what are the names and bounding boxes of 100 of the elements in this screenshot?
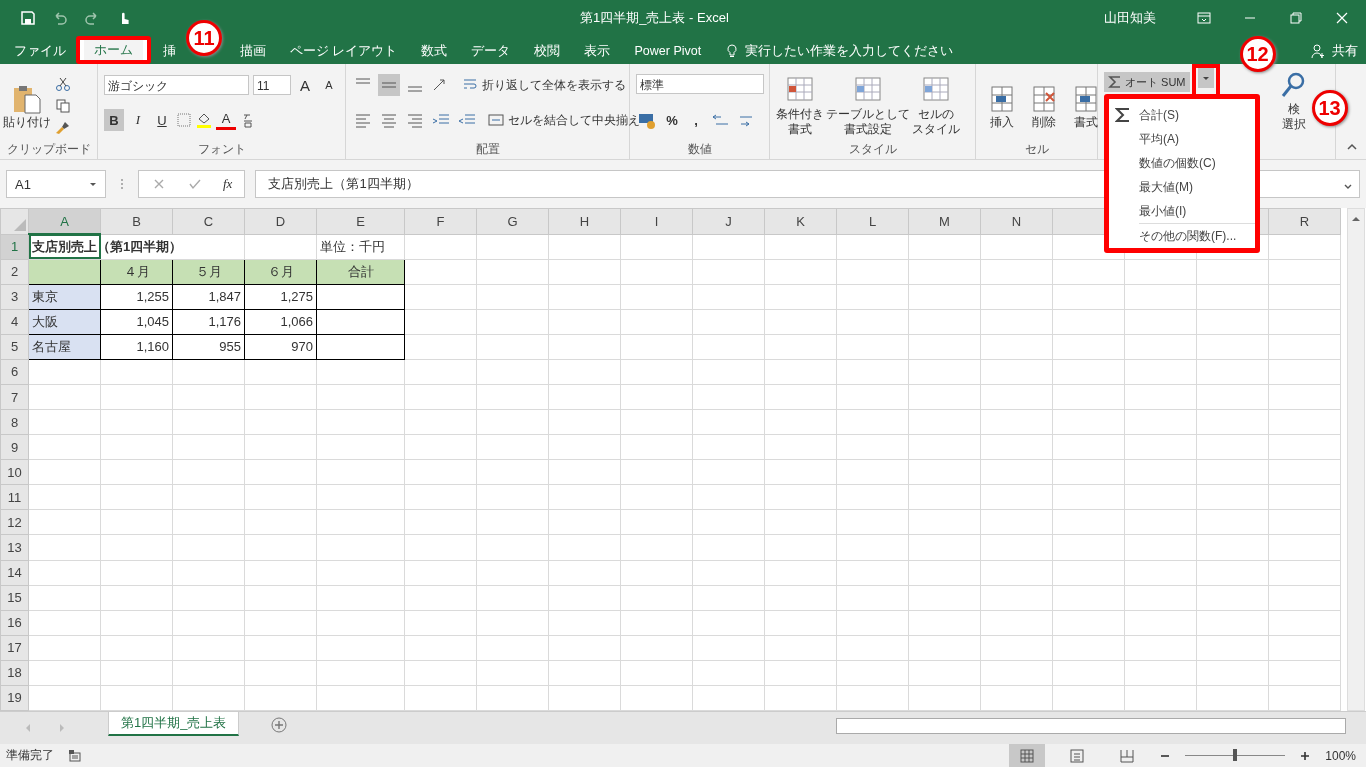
row-header[interactable]: 17 [0, 635, 29, 661]
insert-function-button[interactable]: fx [223, 176, 233, 192]
column-header[interactable]: C [172, 208, 245, 234]
font-name-field[interactable]: 游ゴシック [104, 75, 249, 95]
wrap-text-button[interactable]: 折り返して全体を表示する [462, 76, 626, 94]
font-size-field[interactable]: 11 [253, 75, 291, 95]
row-header[interactable]: 9 [0, 434, 29, 460]
ribbon-tab[interactable]: データ [461, 38, 521, 64]
ribbon-tab[interactable]: 校閲 [524, 38, 571, 64]
row-header[interactable]: 4 [0, 309, 29, 335]
view-button[interactable] [1009, 744, 1046, 767]
ribbon-tab[interactable]: 数式 [411, 38, 458, 64]
fill-color-icon[interactable] [196, 112, 212, 128]
autosum-button[interactable]: オート SUM [1104, 72, 1190, 92]
ribbon-tab[interactable]: Power Pivot [624, 38, 712, 64]
row-header[interactable]: 11 [0, 484, 29, 510]
row-header[interactable]: 1 [0, 234, 29, 260]
column-header[interactable]: N [980, 208, 1053, 234]
column-header[interactable]: F [404, 208, 477, 234]
ribbon-tab[interactable]: 描画 [230, 38, 276, 64]
find-button[interactable]: 検 選択 [1277, 70, 1310, 132]
row-header[interactable]: 16 [0, 610, 29, 636]
cell-text: 単位：千円 [320, 238, 385, 254]
font-style-button[interactable]: I [128, 109, 148, 131]
lightbulb-icon [725, 44, 740, 58]
tell-me-field[interactable]: 実行したい作業を入力してください [745, 42, 954, 60]
row-header[interactable]: 19 [0, 685, 29, 711]
sheet-tab[interactable]: 第1四半期_売上表 [108, 712, 240, 736]
ribbon-tab[interactable]: 挿 [153, 38, 186, 64]
macro-record-icon[interactable] [68, 748, 82, 763]
zoom-slider[interactable] [1233, 749, 1238, 761]
close-icon[interactable] [1334, 10, 1350, 26]
person-add-icon[interactable] [1310, 43, 1326, 59]
row-header[interactable]: 6 [0, 359, 29, 385]
menu-item[interactable]: 平均(A) [1109, 127, 1255, 151]
cells-button[interactable]: 書式 [1070, 81, 1102, 130]
restore-icon[interactable] [1288, 10, 1304, 26]
save-icon[interactable] [20, 10, 36, 26]
cells-button[interactable]: 挿入 [986, 81, 1018, 130]
row-header[interactable]: 7 [0, 384, 29, 410]
style-button[interactable]: テーブルとして 書式設定 [826, 74, 910, 137]
row-header[interactable]: 18 [0, 660, 29, 686]
step-number-badge: 11 [186, 20, 222, 56]
column-header[interactable]: M [908, 208, 981, 234]
column-header[interactable]: B [100, 208, 173, 234]
ribbon-tab[interactable]: ページ レイアウト [280, 38, 408, 64]
row-header[interactable]: 3 [0, 284, 29, 310]
horizontal-scrollbar[interactable] [836, 718, 1346, 734]
redo-icon[interactable] [84, 10, 100, 26]
row-header[interactable]: 8 [0, 409, 29, 435]
row-header[interactable]: 13 [0, 534, 29, 560]
merge-center-button[interactable]: セルを結合して中央揃え [488, 111, 640, 129]
cell-text: 955 [219, 339, 241, 355]
comma-button[interactable]: , [686, 109, 706, 131]
ribbon-display-icon[interactable] [1196, 10, 1212, 26]
column-header[interactable]: R [1268, 208, 1341, 234]
user-name[interactable]: 山田知美 [1104, 9, 1156, 27]
column-header[interactable]: A [28, 208, 101, 234]
row-header[interactable]: 14 [0, 560, 29, 586]
column-header[interactable]: L [836, 208, 909, 234]
ribbon-tab[interactable]: ファイル [4, 38, 76, 64]
style-button[interactable]: 条件付き 書式 [776, 74, 824, 137]
cells-button[interactable]: 削除 [1028, 81, 1060, 130]
shrink-font-button[interactable]: A [319, 74, 339, 96]
row-header[interactable]: 15 [0, 585, 29, 611]
column-header[interactable]: H [548, 208, 621, 234]
menu-item[interactable]: 最大値(M) [1109, 175, 1255, 199]
font-color-button[interactable]: A [216, 110, 236, 130]
name-box[interactable]: A1 [6, 170, 106, 198]
column-header[interactable]: E [316, 208, 405, 234]
menu-item[interactable]: 合計(S) [1109, 103, 1255, 127]
zoom-level[interactable]: 100% [1325, 748, 1356, 763]
menu-item[interactable]: 最小値(I) [1109, 199, 1255, 223]
scissors-icon[interactable] [55, 75, 71, 92]
column-header[interactable]: D [244, 208, 317, 234]
number-format-field[interactable]: 標準 [636, 74, 764, 94]
add-sheet-icon[interactable] [271, 717, 288, 733]
column-header[interactable]: I [620, 208, 693, 234]
ribbon-tab[interactable]: ホーム [84, 40, 143, 60]
font-style-button[interactable]: U [152, 109, 172, 131]
brush-icon[interactable] [55, 119, 71, 136]
column-header[interactable]: J [692, 208, 765, 234]
column-header[interactable]: K [764, 208, 837, 234]
zoom-in-icon[interactable] [1299, 749, 1312, 762]
grow-font-button[interactable]: A [295, 74, 315, 96]
ribbon-tab[interactable]: 表示 [574, 38, 621, 64]
style-button[interactable]: セルの スタイル [912, 74, 960, 137]
row-header[interactable]: 12 [0, 509, 29, 535]
vertical-align-icon[interactable] [378, 74, 400, 96]
column-header[interactable]: G [476, 208, 549, 234]
row-header[interactable]: 2 [0, 259, 29, 285]
font-style-button[interactable]: B [104, 109, 124, 131]
row-header[interactable]: 5 [0, 334, 29, 360]
row-header[interactable]: 10 [0, 459, 29, 485]
undo-icon[interactable] [52, 10, 68, 26]
vertical-scrollbar[interactable] [1347, 208, 1365, 711]
percent-button[interactable]: % [662, 109, 682, 131]
copy-icon[interactable] [55, 97, 71, 114]
share-label[interactable]: 共有 [1332, 42, 1358, 60]
paste-button[interactable]: 貼り付け [3, 83, 51, 130]
